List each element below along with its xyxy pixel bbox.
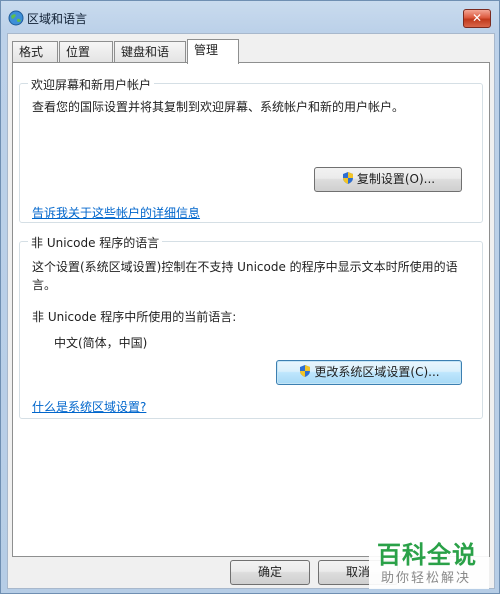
- non-unicode-group: 非 Unicode 程序的语言 这个设置(系统区域设置)控制在不支持 Unico…: [19, 234, 483, 419]
- current-language-label: 非 Unicode 程序中所使用的当前语言:: [32, 310, 237, 324]
- welcome-group-legend: 欢迎屏幕和新用户帐户: [28, 76, 155, 93]
- dialog-window: 区域和语言 ✕ 格式 位置 键盘和语言 管理 欢迎屏幕和新用户帐户 查看您的国际…: [0, 0, 500, 594]
- window-title: 区域和语言: [27, 12, 88, 26]
- ok-button[interactable]: 确定: [230, 560, 310, 585]
- current-language-value: 中文(简体，中国): [54, 336, 148, 350]
- non-unicode-description: 这个设置(系统区域设置)控制在不支持 Unicode 的程序中显示文本时所使用的…: [32, 260, 458, 292]
- uac-shield-icon: [342, 172, 353, 184]
- close-button[interactable]: ✕: [463, 9, 491, 28]
- watermark-title: 百科全说: [377, 541, 477, 569]
- tab-keyboards-languages[interactable]: 键盘和语言: [114, 41, 186, 79]
- dialog-client-area: 格式 位置 键盘和语言 管理 欢迎屏幕和新用户帐户 查看您的国际设置并将其复制到…: [7, 33, 495, 589]
- system-locale-help-link[interactable]: 什么是系统区域设置?: [32, 398, 146, 415]
- globe-icon: [8, 10, 24, 26]
- watermark-subtitle: 助你轻松解决: [381, 571, 472, 586]
- uac-shield-icon: [300, 365, 311, 377]
- tab-formats[interactable]: 格式: [12, 41, 58, 63]
- change-system-locale-button[interactable]: 更改系统区域设置(C)...: [276, 360, 462, 385]
- title-bar[interactable]: 区域和语言 ✕: [1, 1, 499, 33]
- non-unicode-group-legend: 非 Unicode 程序的语言: [28, 234, 163, 251]
- welcome-screen-group: 欢迎屏幕和新用户帐户 查看您的国际设置并将其复制到欢迎屏幕、系统帐户和新的用户帐…: [19, 76, 483, 223]
- welcome-accounts-info-link[interactable]: 告诉我关于这些帐户的详细信息: [32, 204, 200, 221]
- watermark-badge: 百科全说 助你轻松解决: [369, 535, 489, 589]
- copy-settings-button[interactable]: 复制设置(O)...: [314, 167, 462, 192]
- welcome-description: 查看您的国际设置并将其复制到欢迎屏幕、系统帐户和新的用户帐户。: [32, 100, 405, 114]
- administrative-panel: 欢迎屏幕和新用户帐户 查看您的国际设置并将其复制到欢迎屏幕、系统帐户和新的用户帐…: [12, 62, 490, 557]
- tab-location[interactable]: 位置: [59, 41, 113, 63]
- tab-administrative[interactable]: 管理: [187, 39, 239, 64]
